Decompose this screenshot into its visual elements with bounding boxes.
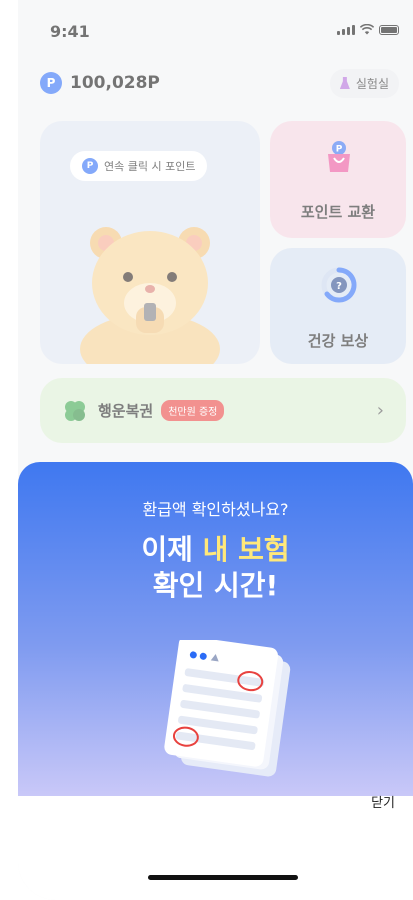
close-button[interactable]: 닫기 xyxy=(371,792,395,811)
insurance-bottom-sheet: 환급액 확인하셨나요? 이제 내 보험 확인 시간! 닫기 xyxy=(18,462,413,900)
title-line2: 확인 시간! xyxy=(152,569,279,602)
title-prefix: 이제 xyxy=(141,533,203,566)
sheet-subtitle: 환급액 확인하셨나요? xyxy=(142,500,289,519)
sheet-title: 이제 내 보험 확인 시간! xyxy=(18,532,413,604)
sheet-hero: 환급액 확인하셨나요? 이제 내 보험 확인 시간! xyxy=(18,462,413,796)
home-indicator xyxy=(148,875,298,880)
phone-screen: 9:41 P 100,028P 실험실 P 연속 클릭 시 포인트 P 포인트 … xyxy=(18,0,413,900)
title-highlight: 내 보험 xyxy=(202,533,290,566)
documents-icon xyxy=(164,640,291,777)
